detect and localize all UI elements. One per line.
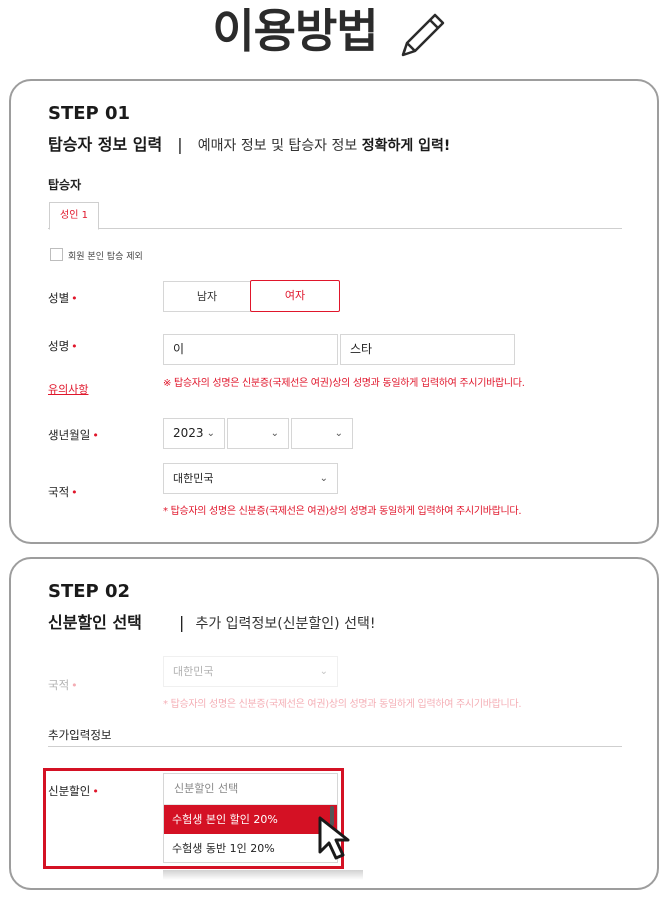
name-label-text: 성명 [48,339,70,353]
page-title-text: 이용방법 [212,4,378,58]
nationality-select[interactable]: 대한민국 ⌄ [163,463,338,494]
birth-day-select[interactable]: ⌄ [291,418,353,449]
step1-card: STEP 01 탑승자 정보 입력 | 예매자 정보 및 탑승자 정보 정확하게… [9,79,659,544]
extra-info-divider [48,746,622,747]
birth-label: 생년월일 • [48,427,99,443]
tab-adult-1[interactable]: 성인 1 [49,202,99,230]
chevron-down-icon: ⌄ [334,428,343,439]
chevron-down-icon: ⌄ [270,428,279,439]
step2-nationality-label: 국적 • [48,677,78,693]
hand-cursor-icon [318,816,350,860]
notice-link[interactable]: 유의사항 [48,381,88,397]
step2-nationality-warning: * 탑승자의 성명은 신분증(국제선은 여권)상의 성명과 동일하게 입력하여 … [163,699,522,710]
step1-label: STEP 01 [48,103,131,124]
step2-nationality-label-text: 국적 [48,678,70,692]
name-warning: ※ 탑승자의 성명은 신분증(국제선은 여권)상의 성명과 동일하게 입력하여 … [163,378,525,389]
nationality-label: 국적 • [48,484,78,500]
required-mark: • [71,679,78,692]
required-mark: • [92,785,99,798]
chevron-down-icon: ⌄ [319,666,328,677]
step2-label: STEP 02 [48,581,131,602]
gender-female-button[interactable]: 여자 [250,280,340,312]
required-mark: • [71,486,78,499]
extra-info-label: 추가입력정보 [48,728,112,742]
nationality-value: 대한민국 [173,472,214,485]
gender-label-text: 성별 [48,291,70,305]
last-name-input[interactable]: 이 [163,334,338,365]
required-mark: • [71,292,78,305]
step1-heading-row: 탑승자 정보 입력 | 예매자 정보 및 탑승자 정보 정확하게 입력! [48,131,450,155]
exclude-member-checkbox[interactable] [50,248,63,261]
chevron-down-icon: ⌄ [319,473,328,484]
step2-nationality-value: 대한민국 [173,665,214,678]
birth-label-text: 생년월일 [48,428,91,442]
nationality-label-text: 국적 [48,485,70,499]
discount-placeholder[interactable]: 신분할인 선택 [164,774,337,805]
pencil-icon [401,13,444,56]
tab-underline [48,228,622,229]
discount-label-text: 신분할인 [48,784,91,798]
discount-dropdown[interactable]: 신분할인 선택 수험생 본인 할인 20% 수험생 동반 1인 20% [163,773,338,863]
step1-subtitle-pre: 예매자 정보 및 탑승자 정보 [197,138,362,154]
birth-year-value: 2023 [173,426,204,440]
required-mark: • [71,340,78,353]
required-mark: • [92,429,99,442]
gender-male-button[interactable]: 남자 [163,281,251,312]
discount-label: 신분할인 • [48,783,99,799]
name-label: 성명 • [48,338,78,354]
step1-heading: 탑승자 정보 입력 [48,135,163,154]
step2-separator: | [178,613,185,632]
discount-option-companion[interactable]: 수험생 동반 1인 20% [164,834,337,863]
chevron-down-icon: ⌄ [206,428,215,439]
birth-year-select[interactable]: 2023 ⌄ [163,418,225,449]
step2-card: STEP 02 신분할인 선택 | 추가 입력정보(신분할인) 선택! 국적 • … [9,557,659,890]
nationality-warning: * 탑승자의 성명은 신분증(국제선은 여권)상의 성명과 동일하게 입력하여 … [163,506,522,517]
step2-subtitle: 추가 입력정보(신분할인) 선택! [195,616,376,632]
step1-subtitle: 예매자 정보 및 탑승자 정보 정확하게 입력! [198,138,450,154]
exclude-member-label: 회원 본인 탑승 제외 [68,252,143,262]
page-title: 이용방법 [0,2,661,60]
gender-label: 성별 • [48,290,78,306]
first-name-input[interactable]: 스타 [340,334,515,365]
birth-month-select[interactable]: ⌄ [227,418,289,449]
passenger-section-label: 탑승자 [48,178,82,192]
step2-nationality-select[interactable]: 대한민국 ⌄ [163,656,338,687]
step2-heading: 신분할인 선택 [48,613,142,632]
step1-separator: | [177,135,183,154]
step1-subtitle-bold: 정확하게 입력! [361,138,451,154]
step2-heading-row: 신분할인 선택 | 추가 입력정보(신분할인) 선택! [48,609,375,633]
dropdown-shadow [163,870,363,880]
discount-option-self[interactable]: 수험생 본인 할인 20% [164,805,337,834]
